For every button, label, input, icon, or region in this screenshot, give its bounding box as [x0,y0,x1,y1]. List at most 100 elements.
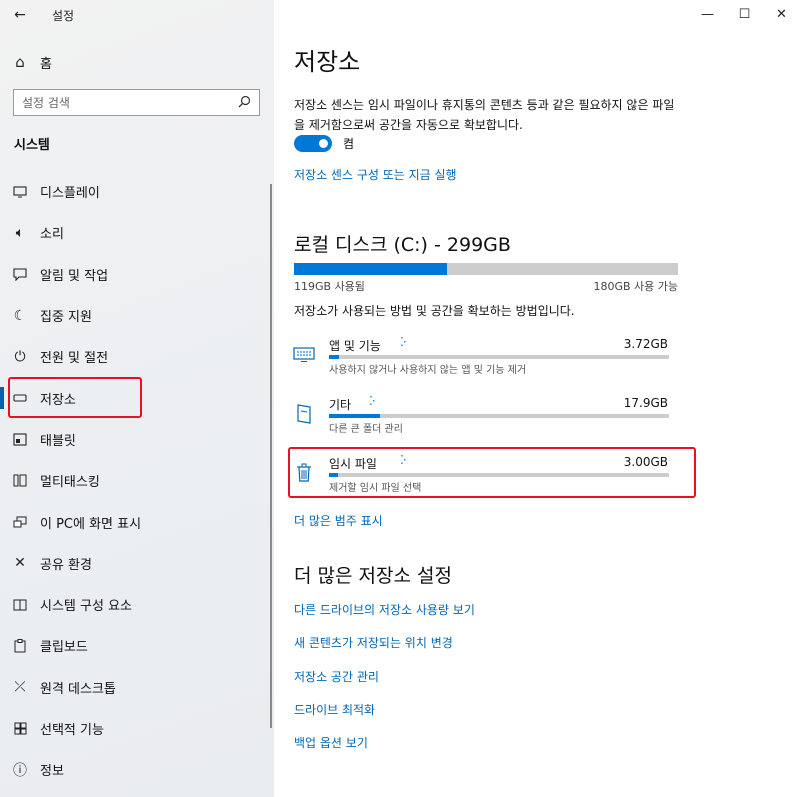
sidebar-item-label: 이 PC에 화면 표시 [40,516,142,532]
sidebar-item-multitasking[interactable]: 멀티태스킹 [0,460,274,501]
category-other[interactable]: 기타 ⁚· 17.9GB 다른 큰 폴더 관리 [274,394,694,444]
sidebar-item-power[interactable]: ⏻ 전원 및 절전 [0,336,274,377]
sidebar-item-label: 태블릿 [40,433,76,449]
sidebar-item-label: 디스플레이 [40,186,100,202]
sidebar-item-notifications[interactable]: 알림 및 작업 [0,254,274,295]
loading-spinner-icon: ⁚· [400,335,407,349]
sidebar-item-optional-features[interactable]: 선택적 기능 [0,708,274,749]
info-icon: ⓘ [13,762,27,779]
drive-used-label: 119GB 사용됨 [294,280,365,293]
category-usage-fill [329,473,338,477]
window-controls: — ☐ ✕ [689,0,800,28]
category-temp-files[interactable]: 임시 파일 ⁚· 3.00GB 제거할 임시 파일 선택 [274,453,694,503]
sidebar-item-shared[interactable]: ✕ 공유 환경 [0,543,274,584]
optional-features-icon [0,722,40,735]
category-usage-bar [329,414,669,418]
sidebar-item-clipboard[interactable]: 클립보드 [0,625,274,666]
project-icon [0,516,40,529]
sidebar-item-label: 알림 및 작업 [40,268,109,284]
back-button[interactable]: ← [0,0,40,30]
sidebar-item-storage[interactable]: 저장소 [0,377,274,418]
sidebar-item-label: 집중 지원 [40,310,92,326]
tablet-icon [0,433,40,446]
category-usage-fill [329,355,340,359]
close-button[interactable]: ✕ [763,0,800,28]
drive-usage-fill [294,263,447,275]
show-more-categories-link[interactable]: 더 많은 범주 표시 [294,512,383,529]
category-usage-bar [329,355,669,359]
sidebar-item-label: 선택적 기능 [40,723,104,738]
sound-icon: 🔈︎ [15,224,25,241]
multitasking-icon [0,474,40,487]
more-settings-title: 더 많은 저장소 설정 [294,565,452,587]
titlebar-left: ← 설정 [0,0,274,30]
sidebar-item-label: 저장소 [40,392,76,408]
sidebar-item-label: 시스템 구성 요소 [40,599,132,615]
category-usage-fill [329,414,380,418]
search-icon [238,93,251,112]
sidebar-item-label: 정보 [40,764,64,780]
category-name: 기타 [329,398,352,412]
category-description: 제거할 임시 파일 선택 [329,483,422,494]
category-name: 앱 및 기능 [329,339,381,353]
maximize-button[interactable]: ☐ [726,0,763,28]
sidebar-item-components[interactable]: 시스템 구성 요소 [0,584,274,625]
category-description: 다른 큰 폴더 관리 [329,424,403,435]
drive-free-label: 180GB 사용 가능 [593,280,678,293]
arrow-left-icon: ← [14,7,26,23]
drive-usage-bar[interactable] [294,263,678,275]
home-label: 홈 [40,56,52,72]
sidebar-item-remote-desktop[interactable]: ⤫ 원격 데스크톱 [0,667,274,708]
sidebar-item-focus[interactable]: ☾ 집중 지원 [0,295,274,336]
sidebar-item-home[interactable]: ⌂ 홈 [0,46,274,78]
other-drives-usage-link[interactable]: 다른 드라이브의 저장소 사용량 보기 [294,601,475,618]
apps-icon [292,343,316,367]
sidebar-item-info[interactable]: ⓘ 정보 [0,749,274,790]
section-title: 시스템 [14,138,50,153]
sidebar-item-display[interactable]: 디스플레이 [0,171,274,212]
sidebar-item-label: 멀티태스킹 [40,475,100,491]
category-size: 3.72GB [623,337,668,351]
sidebar-item-sound[interactable]: 🔈︎ 소리 [0,212,274,253]
search-input[interactable] [22,95,222,110]
main-content: — ☐ ✕ 저장소 저장소 센스는 임시 파일이나 휴지통의 콘텐츠 등과 같은… [274,0,800,797]
trash-icon [292,461,316,485]
sidebar-scrollbar[interactable] [270,184,272,728]
category-description: 사용하지 않거나 사용하지 않는 앱 및 기능 제거 [329,365,527,376]
search-box[interactable] [13,89,260,116]
storage-sense-description: 저장소 센스는 임시 파일이나 휴지통의 콘텐츠 등과 같은 필요하지 않은 파… [294,98,675,132]
change-save-location-link[interactable]: 새 콘텐츠가 저장되는 위치 변경 [294,634,453,651]
manage-storage-spaces-link[interactable]: 저장소 공간 관리 [294,668,379,685]
sidebar-item-label: 전원 및 절전 [40,351,109,367]
toggle-state-label: 켬 [343,137,355,151]
optimize-drives-link[interactable]: 드라이브 최적화 [294,701,375,718]
configure-storage-sense-link[interactable]: 저장소 센스 구성 또는 지금 실행 [294,166,457,183]
storage-sense-toggle[interactable] [294,135,332,152]
category-usage-bar [329,473,669,477]
home-icon: ⌂ [15,53,25,71]
other-icon [292,402,316,426]
clipboard-icon [0,638,40,653]
drive-title: 로컬 디스크 (C:) - 299GB [294,234,511,256]
shared-icon: ✕ [14,555,26,572]
sidebar-item-project[interactable]: 이 PC에 화면 표시 [0,501,274,542]
loading-spinner-icon: ⁚· [369,394,376,408]
sidebar-item-tablet[interactable]: 태블릿 [0,419,274,460]
sidebar-item-label: 원격 데스크톱 [40,681,116,697]
power-icon: ⏻ [14,348,26,365]
sidebar-item-label: 소리 [40,227,64,243]
minimize-button[interactable]: — [689,0,726,28]
category-apps[interactable]: 앱 및 기능 ⁚· 3.72GB 사용하지 않거나 사용하지 않는 앱 및 기능… [274,335,694,385]
sidebar-item-label: 공유 환경 [40,557,92,573]
storage-icon [0,394,40,402]
remote-desktop-icon: ⤫ [14,679,26,696]
sidebar-item-label: 클립보드 [40,640,88,656]
category-name: 임시 파일 [329,457,377,471]
display-icon [0,186,40,198]
app-title: 설정 [52,8,75,23]
notification-icon [0,268,40,281]
backup-options-link[interactable]: 백업 옵션 보기 [294,734,368,751]
components-icon [0,599,40,611]
category-size: 17.9GB [623,396,668,410]
nav-list: 디스플레이 🔈︎ 소리 알림 및 작업 ☾ 집중 지원 ⏻ 전원 및 절전 저장… [0,171,274,790]
